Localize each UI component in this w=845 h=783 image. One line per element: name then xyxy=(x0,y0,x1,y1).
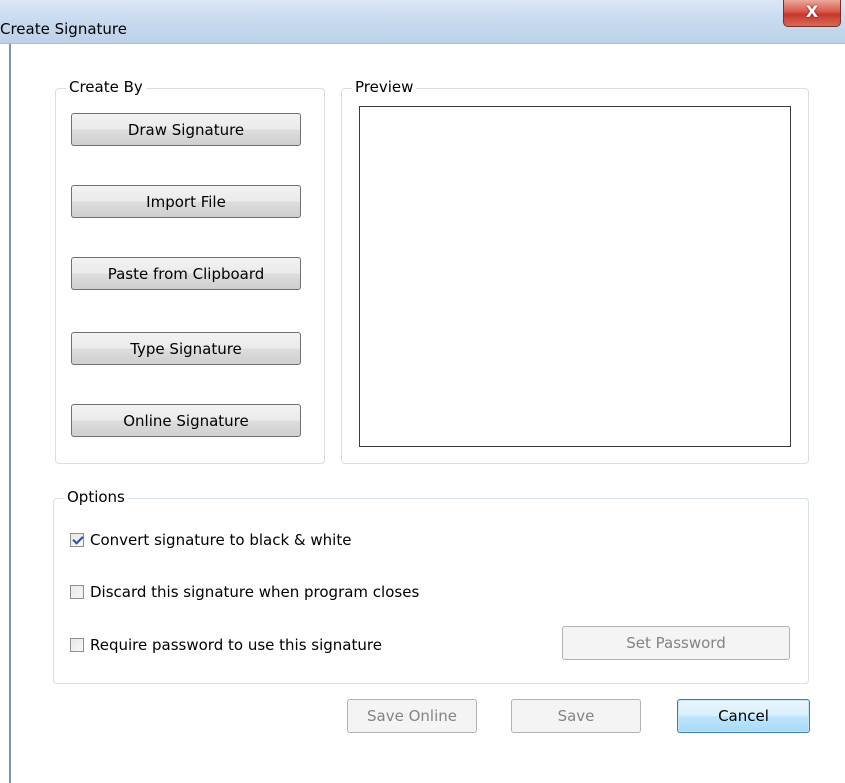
draw-signature-button[interactable]: Draw Signature xyxy=(71,113,301,146)
type-signature-button[interactable]: Type Signature xyxy=(71,332,301,365)
preview-legend: Preview xyxy=(352,78,417,96)
convert-bw-label: Convert signature to black & white xyxy=(90,531,352,549)
cancel-button[interactable]: Cancel xyxy=(677,699,810,733)
discard-signature-label: Discard this signature when program clos… xyxy=(90,583,420,601)
convert-bw-option[interactable]: Convert signature to black & white xyxy=(70,530,351,550)
close-button[interactable]: X xyxy=(783,0,841,27)
create-by-legend: Create By xyxy=(66,78,146,96)
paste-from-clipboard-button[interactable]: Paste from Clipboard xyxy=(71,257,301,290)
require-password-checkbox[interactable] xyxy=(70,638,84,652)
options-group: Options Convert signature to black & whi… xyxy=(53,488,809,684)
window-title: Create Signature xyxy=(0,20,127,38)
import-file-button[interactable]: Import File xyxy=(71,185,301,218)
create-by-group: Create By Draw Signature Import File Pas… xyxy=(55,78,325,464)
online-signature-button[interactable]: Online Signature xyxy=(71,404,301,437)
convert-bw-checkbox[interactable] xyxy=(70,533,84,547)
close-icon: X xyxy=(805,2,819,21)
save-online-button[interactable]: Save Online xyxy=(347,699,477,733)
options-legend: Options xyxy=(64,488,128,506)
set-password-button[interactable]: Set Password xyxy=(562,626,790,660)
save-button[interactable]: Save xyxy=(511,699,641,733)
require-password-label: Require password to use this signature xyxy=(90,636,382,654)
discard-signature-checkbox[interactable] xyxy=(70,585,84,599)
discard-signature-option[interactable]: Discard this signature when program clos… xyxy=(70,582,419,602)
preview-group: Preview xyxy=(341,78,809,464)
signature-preview-area xyxy=(359,106,791,447)
dialog-body: Create By Draw Signature Import File Pas… xyxy=(9,44,845,783)
require-password-option[interactable]: Require password to use this signature xyxy=(70,635,382,655)
title-bar: Create Signature X xyxy=(0,0,845,44)
